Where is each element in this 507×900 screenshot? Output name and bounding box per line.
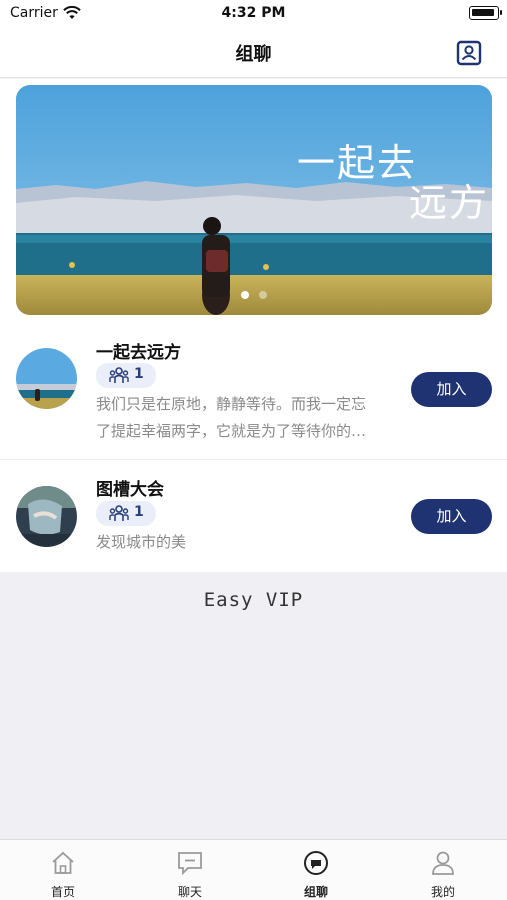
tab-label: 首页 [50,885,75,899]
page-title: 组聊 [235,44,272,65]
join-button[interactable]: 加入 [411,499,492,534]
nav-bar: 组聊 [0,28,507,78]
group-list-item[interactable]: 图槽大会 1 发现城市的美 加入 [0,460,507,572]
banner-carousel[interactable]: 一起去 远方 [16,85,492,315]
members-icon [109,367,129,383]
footer-brand: Easy VIP [203,589,304,611]
tab-profile[interactable]: 我的 [380,840,506,900]
join-button[interactable]: 加入 [411,372,492,407]
home-icon [52,851,74,874]
tab-label: 组聊 [303,885,328,899]
contacts-icon[interactable] [456,40,482,66]
member-count-badge: 1 [96,501,156,526]
tab-group-chat[interactable]: 组聊 [253,840,379,900]
group-description: 我们只是在原地，静静等待。而我一定忘了提起幸福两字，它就是为了等待你的到来。 [96,395,367,440]
tab-chat[interactable]: 聊天 [127,840,253,900]
group-chat-icon [304,851,328,875]
tab-home[interactable]: 首页 [0,840,126,900]
profile-icon [432,851,454,875]
member-count-badge: 1 [96,363,156,388]
carousel-indicator[interactable] [16,284,492,303]
clock: 4:32 PM [221,5,286,21]
group-avatar [16,486,77,547]
group-name: 一起去远方 [96,343,181,363]
group-avatar [16,348,77,409]
tab-label: 我的 [430,885,455,899]
chat-icon [178,852,202,876]
group-description: 发现城市的美 [96,533,187,551]
member-count: 1 [134,504,144,520]
members-icon [109,505,129,521]
battery-icon [469,6,502,20]
group-list-item[interactable]: 一起去远方 1 我们只是在原地，静静等待。而我一定忘了提起幸福两字，它就是为了等… [0,335,507,459]
group-name: 图槽大会 [96,480,164,500]
status-bar: Carrier 4:32 PM [0,0,507,28]
tab-bar: 首页 聊天 组聊 我的 [0,839,507,900]
banner-title-line2: 远方 [409,181,490,225]
tab-label: 聊天 [177,885,202,899]
member-count: 1 [134,366,144,382]
carousel-dot-active[interactable] [241,291,249,299]
banner-title-line1: 一起去 [297,141,418,185]
carousel-dot[interactable] [259,291,267,299]
